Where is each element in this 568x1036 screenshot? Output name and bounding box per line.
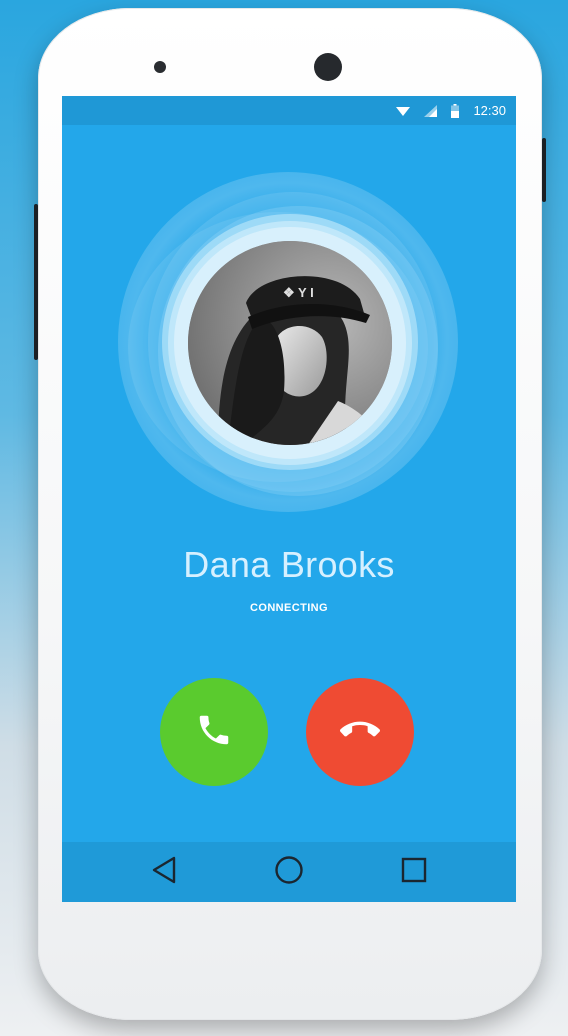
cap-logo-text: ❖ Y I (283, 285, 314, 300)
proximity-sensor (154, 61, 166, 73)
signal-icon (424, 104, 438, 117)
status-bar: 12:30 (62, 96, 516, 125)
wifi-icon (396, 105, 411, 117)
phone-hangup-icon (340, 710, 380, 755)
recents-button[interactable] (384, 842, 444, 902)
call-screen: 12:30 ❖ Y I Dana Brooks CONNECTING (62, 96, 516, 902)
back-button[interactable] (134, 842, 194, 902)
battery-icon (451, 103, 460, 118)
front-camera (314, 53, 342, 81)
phone-icon (195, 711, 233, 754)
back-icon (151, 856, 177, 889)
caller-avatar: ❖ Y I (188, 241, 392, 445)
power-button (542, 138, 546, 202)
svg-text:❖ Y I: ❖ Y I (283, 285, 314, 300)
answer-call-button[interactable] (160, 678, 268, 786)
home-button[interactable] (259, 842, 319, 902)
status-time: 12:30 (473, 103, 506, 118)
home-icon (274, 855, 304, 890)
volume-button (34, 204, 38, 360)
call-status: CONNECTING (250, 602, 328, 614)
caller-name: Dana Brooks (183, 544, 395, 585)
recents-icon (401, 857, 427, 888)
navigation-bar (62, 842, 516, 902)
decline-call-button[interactable] (306, 678, 414, 786)
